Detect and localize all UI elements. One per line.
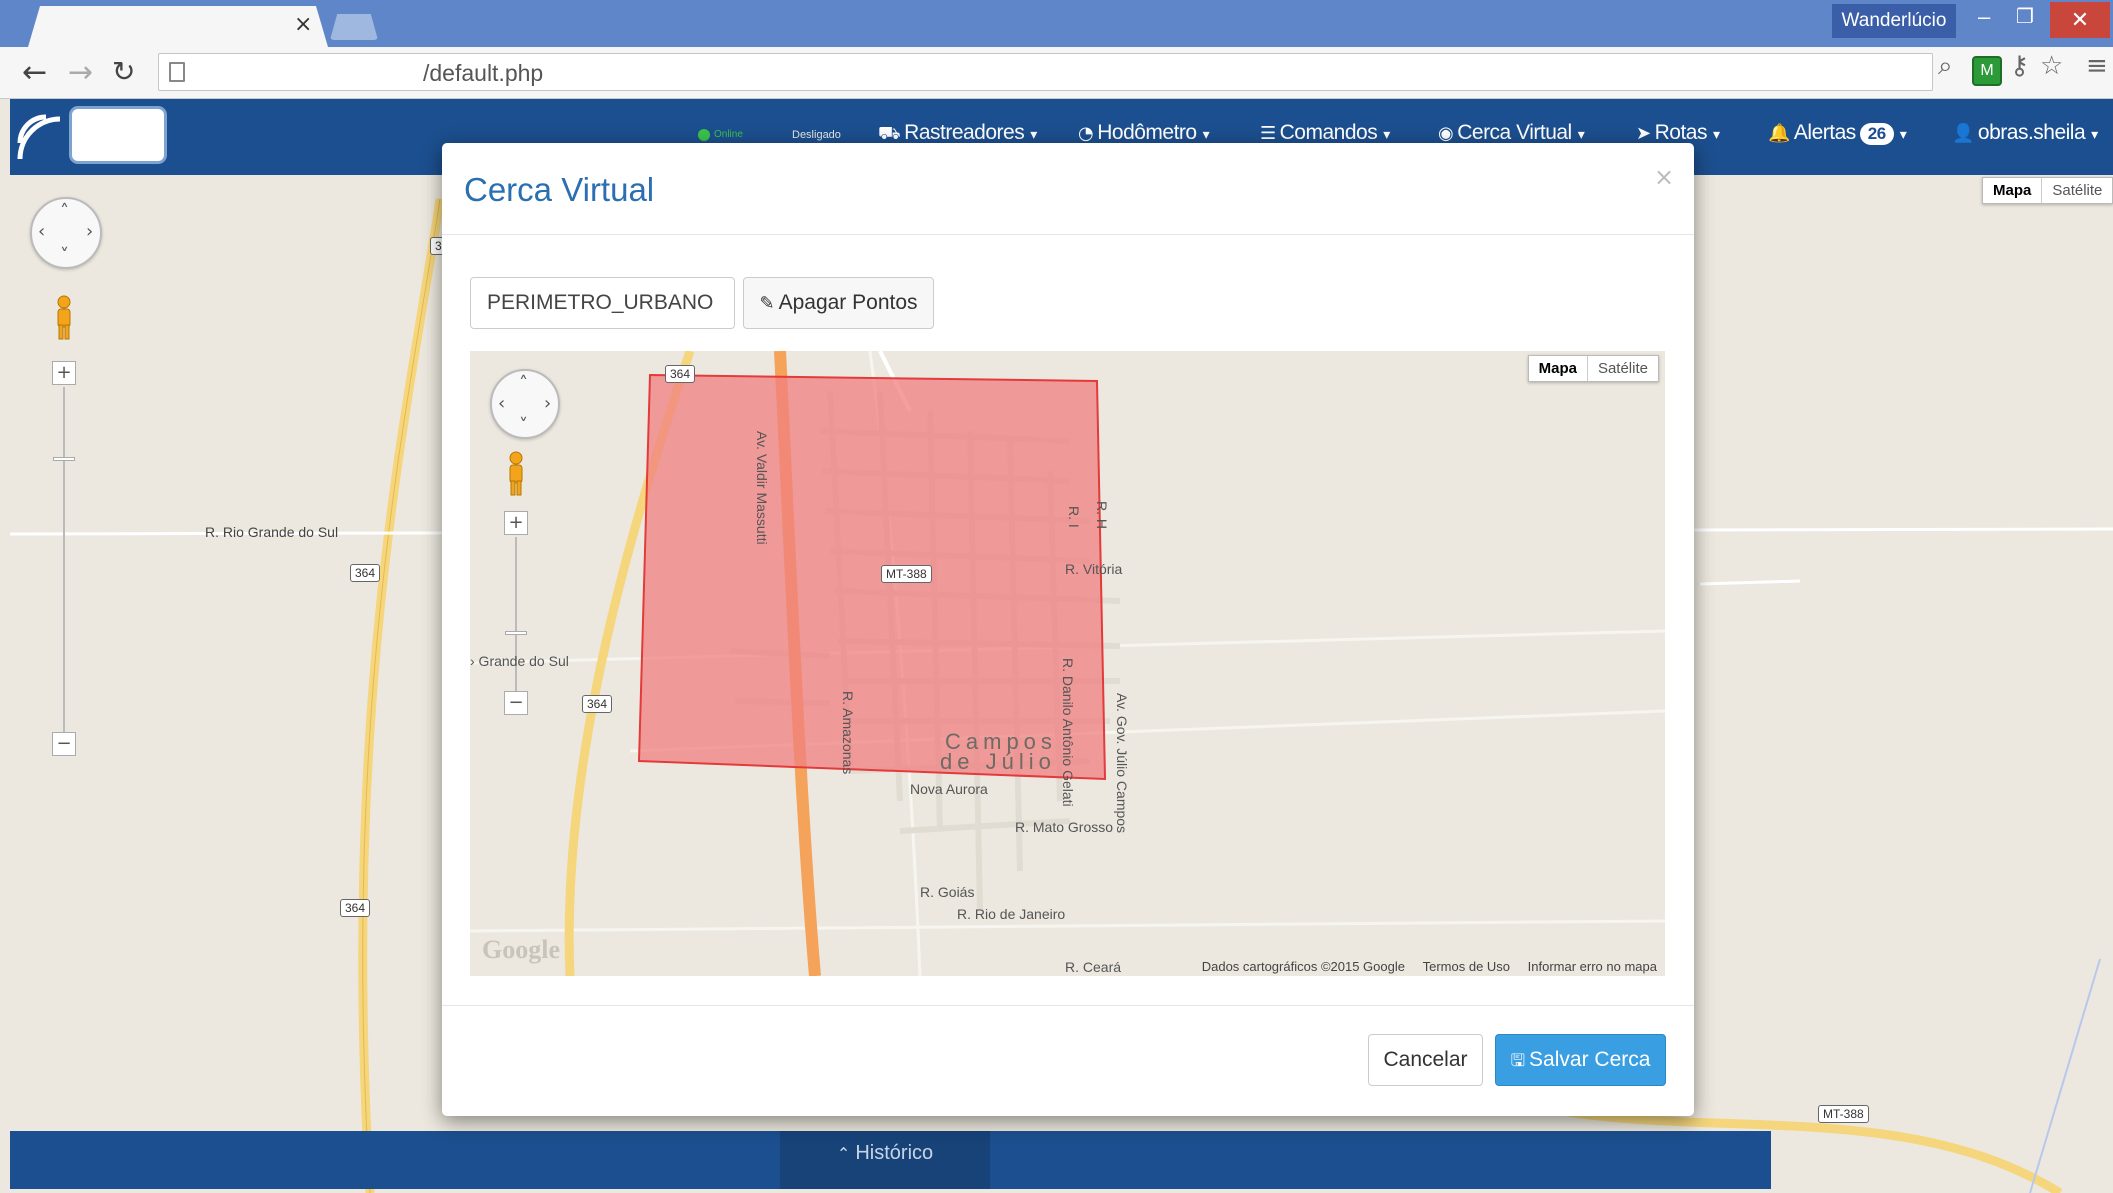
profile-button[interactable]: Wanderlúcio <box>1832 4 1956 38</box>
minimize-button[interactable]: – <box>1978 4 1990 30</box>
street-label: R. I <box>1066 506 1082 528</box>
clear-points-label: Apagar Pontos <box>778 291 918 314</box>
extension-icon[interactable]: M <box>1972 56 2002 86</box>
back-arrow-icon[interactable]: ← <box>22 55 47 90</box>
fence-pan-control[interactable]: ˄ ˅ ‹ › <box>490 369 560 439</box>
address-bar[interactable]: /default.php <box>158 53 1933 91</box>
close-icon[interactable]: × <box>1654 163 1674 191</box>
save-icon: 🖫 <box>1510 1051 1526 1071</box>
save-fence-label: Salvar Cerca <box>1529 1048 1651 1071</box>
map-data-label: Dados cartográficos ©2015 Google <box>1201 959 1405 974</box>
browser-toolbar: ← → ↻ /default.php ⌕ ⚷ ☆ ≡ <box>0 47 2113 99</box>
map-attribution: Dados cartográficos ©2015 Google Termos … <box>1188 959 1657 974</box>
pan-up-icon[interactable]: ˄ <box>519 375 528 393</box>
modal-header: Cerca Virtual × <box>442 143 1694 235</box>
maximize-button[interactable]: ❐ <box>2016 4 2034 29</box>
browser-tab[interactable] <box>28 6 328 47</box>
street-label: R. Goiás <box>920 884 975 900</box>
street-label: R. Danilo Antônio Gelati <box>1060 658 1076 807</box>
eraser-icon: ✎ <box>759 293 775 314</box>
new-tab-button[interactable] <box>330 14 378 40</box>
clear-points-button[interactable]: ✎ Apagar Pontos <box>743 277 934 329</box>
pan-left-icon[interactable]: ‹ <box>498 395 505 413</box>
street-label: R. Rio de Janeiro <box>957 906 1066 922</box>
zoom-in-button[interactable]: + <box>504 511 528 535</box>
fence-map[interactable]: Mapa Satélite ˄ ˅ ‹ › + − Campos de Júli… <box>470 351 1665 976</box>
place-label: Nova Aurora <box>910 781 988 797</box>
cancel-button[interactable]: Cancelar <box>1368 1034 1483 1086</box>
street-label: R. Ceará <box>1065 959 1122 975</box>
pan-down-icon[interactable]: ˅ <box>519 417 528 435</box>
save-fence-button[interactable]: 🖫 Salvar Cerca <box>1495 1034 1666 1086</box>
zoom-out-button[interactable]: − <box>504 691 528 715</box>
road-shield: 364 <box>665 365 696 383</box>
fence-map-type-control: Mapa Satélite <box>1527 355 1659 382</box>
zoom-slider-handle[interactable] <box>505 631 527 635</box>
page-icon <box>169 62 185 82</box>
menu-icon[interactable]: ≡ <box>2086 51 2108 81</box>
modal-footer: Cancelar 🖫 Salvar Cerca <box>442 1005 1694 1116</box>
fence-name-input[interactable] <box>470 277 735 329</box>
browser-tab-strip: × Wanderlúcio – ❐ ✕ <box>0 0 2113 47</box>
reload-icon[interactable]: ↻ <box>112 55 135 88</box>
zoom-icon[interactable]: ⌕ <box>1938 51 1953 82</box>
road-shield: MT-388 <box>881 565 932 583</box>
address-url[interactable]: /default.php <box>423 60 543 87</box>
street-label: Av. Valdir Massutti <box>754 431 770 545</box>
tab-close-icon[interactable]: × <box>294 12 312 37</box>
close-window-button[interactable]: ✕ <box>2050 2 2110 38</box>
modal-title: Cerca Virtual <box>464 171 655 208</box>
street-label: R. H <box>1094 501 1110 529</box>
town-label: de Júlio <box>940 749 1056 774</box>
street-label: Av. Gov. Júlio Campos <box>1114 693 1130 834</box>
street-label: R. Amazonas <box>840 691 856 775</box>
key-icon[interactable]: ⚷ <box>2010 51 2029 81</box>
forward-arrow-icon[interactable]: → <box>68 55 93 90</box>
fence-map-type-satellite[interactable]: Satélite <box>1588 356 1658 381</box>
road-shield: 364 <box>582 695 613 713</box>
pegman-icon[interactable] <box>506 451 526 497</box>
google-logo: Google <box>482 935 560 964</box>
street-label: R. Mato Grosso <box>1015 819 1114 835</box>
report-error-link[interactable]: Informar erro no mapa <box>1528 959 1657 974</box>
street-label: › Grande do Sul <box>470 653 569 669</box>
terms-link[interactable]: Termos de Uso <box>1423 959 1510 974</box>
pan-right-icon[interactable]: › <box>544 395 551 413</box>
fence-map-type-map[interactable]: Mapa <box>1529 356 1588 381</box>
star-icon[interactable]: ☆ <box>2040 51 2063 81</box>
virtual-fence-modal: Cerca Virtual × ✎Apagar Pontos <box>442 143 1694 1116</box>
street-label: R. Vitória <box>1065 561 1123 577</box>
